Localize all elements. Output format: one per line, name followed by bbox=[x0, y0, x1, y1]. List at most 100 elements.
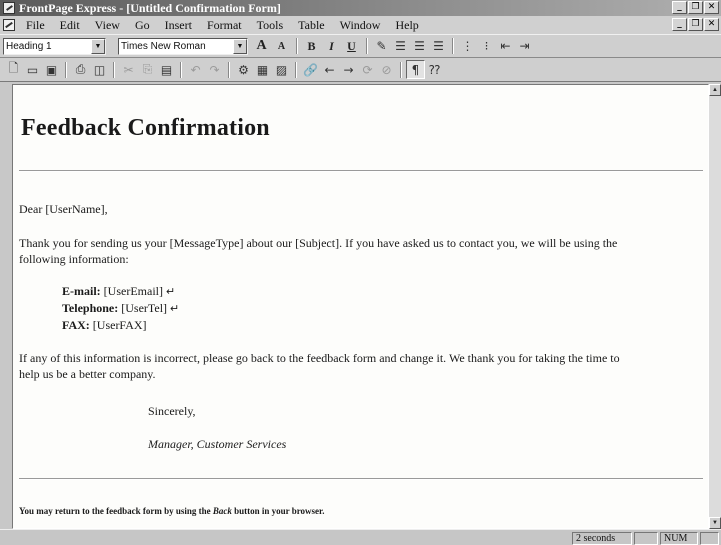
forward-arrow-icon[interactable]: → bbox=[339, 60, 358, 79]
scroll-up-icon[interactable]: ▲ bbox=[709, 84, 721, 96]
restore-button[interactable]: ❐ bbox=[688, 1, 703, 14]
incorrect-line-2: help us be a better company. bbox=[19, 367, 156, 381]
thanks-line-2: following information: bbox=[19, 252, 129, 266]
footnote-paragraph[interactable]: You may return to the feedback form by u… bbox=[19, 506, 324, 516]
close-button[interactable]: ✕ bbox=[704, 1, 719, 14]
cut-icon[interactable]: ✂ bbox=[119, 60, 138, 79]
save-icon[interactable]: ▣ bbox=[42, 60, 61, 79]
line-break-icon: ↵ bbox=[165, 286, 176, 298]
closing-text[interactable]: Sincerely, bbox=[148, 404, 196, 419]
style-value: Heading 1 bbox=[6, 40, 52, 52]
doc-close-button[interactable]: ✕ bbox=[704, 18, 719, 31]
menu-table[interactable]: Table bbox=[291, 18, 332, 33]
grow-font-button[interactable]: A bbox=[252, 37, 271, 55]
copy-icon[interactable]: ⎘ bbox=[138, 60, 157, 79]
open-folder-icon[interactable]: ▭ bbox=[23, 60, 42, 79]
toolbar-separator bbox=[228, 61, 230, 78]
window-controls: _ ❐ ✕ bbox=[672, 1, 719, 14]
signature-text[interactable]: Manager, Customer Services bbox=[148, 437, 286, 452]
menu-file[interactable]: File bbox=[19, 18, 53, 33]
menu-insert[interactable]: Insert bbox=[158, 18, 200, 33]
document-icon[interactable] bbox=[3, 19, 15, 31]
status-bar: 2 seconds NUM bbox=[0, 529, 721, 545]
toolbar-separator bbox=[366, 38, 368, 54]
chevron-down-icon[interactable]: ▼ bbox=[91, 38, 105, 54]
thanks-paragraph[interactable]: Thank you for sending us your [MessageTy… bbox=[19, 235, 617, 267]
page-heading[interactable]: Feedback Confirmation bbox=[21, 115, 270, 142]
font-dropdown[interactable]: Times New Roman ▼ bbox=[118, 37, 248, 55]
standard-toolbar: 🗋 ▭ ▣ ⎙ ◫ ✂ ⎘ ▤ ↶ ↷ ⚙ ▦ ▨ 🔗 ← → ⟳ ⊘ ¶ ⁇ bbox=[0, 58, 721, 82]
refresh-icon[interactable]: ⟳ bbox=[358, 60, 377, 79]
line-break-icon: ↵ bbox=[170, 303, 180, 315]
align-center-icon[interactable]: ☰ bbox=[410, 37, 429, 56]
toolbar-separator bbox=[296, 38, 298, 54]
email-label: E-mail: bbox=[62, 284, 101, 298]
insert-image-icon[interactable]: ▨ bbox=[272, 60, 291, 79]
doc-minimize-button[interactable]: _ bbox=[672, 18, 687, 31]
frontpage-app-icon[interactable] bbox=[3, 2, 15, 14]
numbered-list-icon[interactable]: ⋮ bbox=[458, 37, 477, 56]
footnote-back-emphasis: Back bbox=[212, 506, 232, 516]
decrease-indent-icon[interactable]: ⇤ bbox=[496, 37, 515, 56]
insert-webbot-icon[interactable]: ⚙ bbox=[234, 60, 253, 79]
menu-window[interactable]: Window bbox=[333, 18, 389, 33]
toolbar-separator bbox=[295, 61, 297, 78]
menu-go[interactable]: Go bbox=[128, 18, 158, 33]
italic-button[interactable]: I bbox=[322, 37, 341, 55]
print-icon[interactable]: ⎙ bbox=[71, 60, 90, 79]
menu-view[interactable]: View bbox=[88, 18, 128, 33]
style-dropdown[interactable]: Heading 1 ▼ bbox=[3, 37, 106, 55]
increase-indent-icon[interactable]: ⇥ bbox=[515, 37, 534, 56]
fax-label: FAX: bbox=[62, 318, 90, 332]
incorrect-line-1: If any of this information is incorrect,… bbox=[19, 351, 620, 365]
back-arrow-icon[interactable]: ← bbox=[320, 60, 339, 79]
hyperlink-icon[interactable]: 🔗 bbox=[301, 60, 320, 79]
bulleted-list-icon[interactable]: ⁝ bbox=[477, 37, 496, 56]
underline-button[interactable]: U bbox=[342, 37, 361, 55]
menu-bar: File Edit View Go Insert Format Tools Ta… bbox=[0, 16, 721, 34]
telephone-line: Telephone: [UserTel] ↵ bbox=[62, 300, 179, 317]
redo-icon[interactable]: ↷ bbox=[205, 60, 224, 79]
new-page-icon[interactable]: 🗋 bbox=[4, 60, 23, 79]
paste-icon[interactable]: ▤ bbox=[157, 60, 176, 79]
thanks-line-1: Thank you for sending us your [MessageTy… bbox=[19, 236, 618, 250]
scroll-down-icon[interactable]: ▼ bbox=[709, 517, 721, 529]
minimize-button[interactable]: _ bbox=[672, 1, 687, 14]
help-pointer-icon[interactable]: ⁇ bbox=[425, 60, 444, 79]
doc-restore-button[interactable]: ❐ bbox=[688, 18, 703, 31]
email-line: E-mail: [UserEmail] ↵ bbox=[62, 283, 179, 300]
horizontal-rule bbox=[19, 478, 703, 480]
undo-icon[interactable]: ↶ bbox=[186, 60, 205, 79]
title-bar: FrontPage Express - [Untitled Confirmati… bbox=[0, 0, 721, 16]
greeting-paragraph[interactable]: Dear [UserName], bbox=[19, 201, 108, 217]
incorrect-info-paragraph[interactable]: If any of this information is incorrect,… bbox=[19, 350, 620, 382]
telephone-label: Telephone: bbox=[62, 301, 119, 315]
bold-button[interactable]: B bbox=[302, 37, 321, 55]
email-value: [UserEmail] bbox=[103, 284, 163, 298]
fax-line: FAX: [UserFAX] bbox=[62, 317, 179, 333]
toolbar-separator bbox=[113, 61, 115, 78]
print-preview-icon[interactable]: ◫ bbox=[90, 60, 109, 79]
telephone-value: [UserTel] bbox=[121, 301, 168, 315]
footnote-text-end: button in your browser. bbox=[231, 506, 325, 516]
chevron-down-icon[interactable]: ▼ bbox=[233, 38, 247, 54]
shrink-font-button[interactable]: A bbox=[272, 37, 291, 55]
menu-format[interactable]: Format bbox=[200, 18, 250, 33]
toolbar-separator bbox=[65, 61, 67, 78]
menu-edit[interactable]: Edit bbox=[53, 18, 88, 33]
format-toolbar: Heading 1 ▼ Times New Roman ▼ A A B I U … bbox=[0, 34, 721, 58]
insert-table-icon[interactable]: ▦ bbox=[253, 60, 272, 79]
vertical-scrollbar[interactable]: ▲ ▼ bbox=[709, 84, 721, 529]
editor-pane[interactable]: Feedback Confirmation Dear [UserName], T… bbox=[12, 84, 709, 529]
text-color-icon[interactable]: ✎ bbox=[372, 37, 391, 56]
window-title: FrontPage Express - [Untitled Confirmati… bbox=[19, 0, 281, 15]
contact-details[interactable]: E-mail: [UserEmail] ↵ Telephone: [UserTel… bbox=[62, 283, 179, 333]
stop-icon[interactable]: ⊘ bbox=[377, 60, 396, 79]
download-time-indicator: 2 seconds bbox=[572, 532, 632, 545]
menu-help[interactable]: Help bbox=[388, 18, 426, 33]
show-formatting-marks-icon[interactable]: ¶ bbox=[406, 60, 425, 79]
align-right-icon[interactable]: ☰ bbox=[429, 37, 448, 56]
align-left-icon[interactable]: ☰ bbox=[391, 37, 410, 56]
menu-tools[interactable]: Tools bbox=[250, 18, 292, 33]
horizontal-rule bbox=[19, 170, 703, 172]
